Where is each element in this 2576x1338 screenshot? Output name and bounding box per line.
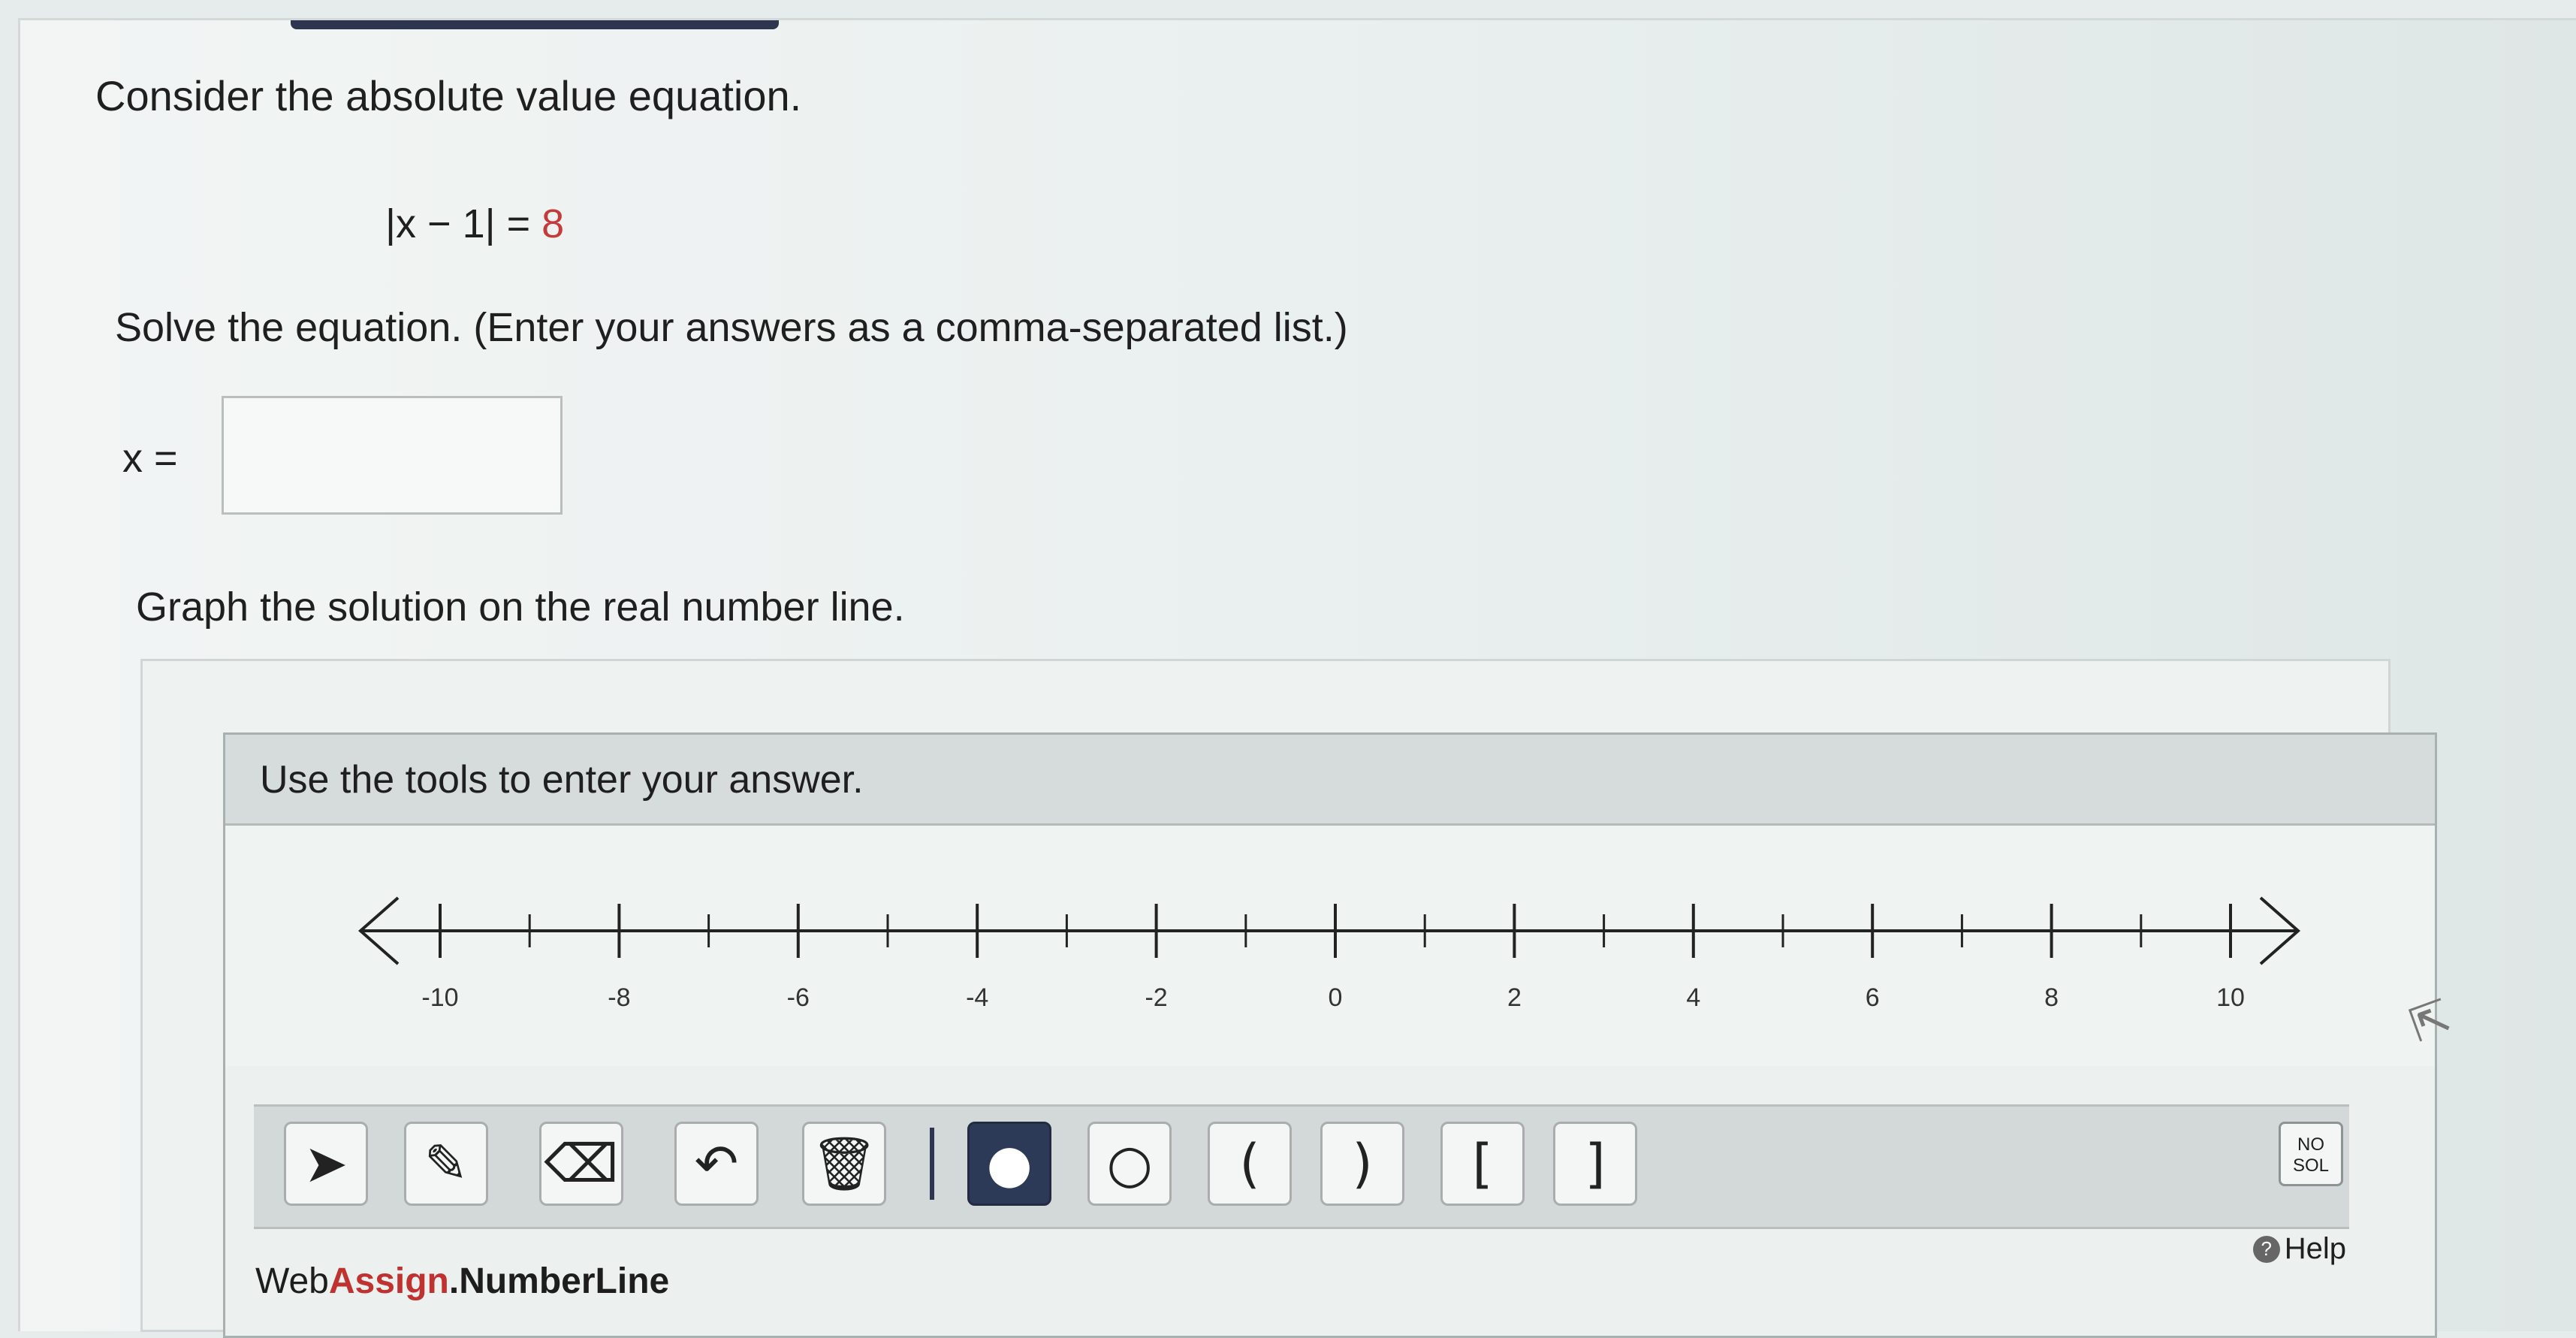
right-paren-icon: )	[1352, 1133, 1373, 1195]
tick-label: -10	[421, 983, 458, 1012]
right-paren-tool[interactable]: )	[1320, 1122, 1404, 1206]
numberline-widget: Use the tools to enter your answer. -10-…	[223, 732, 2437, 1338]
left-bracket-icon: [	[1472, 1133, 1493, 1195]
no-solution-button[interactable]: NO SOL	[2279, 1122, 2343, 1186]
numberline-toolbar: NO SOL ➤ ✎ ⌫ ↶ 🗑 ● ○ () []	[254, 1104, 2349, 1229]
answer-input[interactable]	[222, 396, 563, 515]
left-paren-icon: (	[1239, 1133, 1260, 1195]
tick-label: -4	[966, 983, 988, 1012]
undo-tool[interactable]: ↶	[674, 1122, 759, 1206]
top-bar	[291, 20, 779, 29]
tick-label: -2	[1145, 983, 1167, 1012]
open-point-tool[interactable]: ○	[1087, 1122, 1172, 1206]
open-circle-icon: ○	[1106, 1133, 1153, 1195]
no-solution-label-2: SOL	[2292, 1155, 2330, 1176]
number-line[interactable]: -10 -8 -6 -4 -2 0 2 4 6 8 10	[225, 826, 2430, 1066]
equation: |x − 1| = 8	[385, 201, 564, 247]
undo-icon: ↶	[694, 1133, 739, 1195]
help-link[interactable]: ? Help	[2252, 1232, 2346, 1266]
pointer-icon: ➤	[303, 1133, 348, 1195]
numberline-header: Use the tools to enter your answer.	[225, 735, 2435, 826]
help-label: Help	[2284, 1232, 2346, 1265]
pencil-icon: ✎	[424, 1133, 469, 1195]
tick-label: 8	[2044, 983, 2059, 1012]
numberline-canvas[interactable]: -10 -8 -6 -4 -2 0 2 4 6 8 10	[225, 826, 2435, 1066]
tick-label: 4	[1686, 983, 1700, 1012]
equation-rhs: 8	[541, 201, 565, 246]
closed-point-tool[interactable]: ●	[967, 1122, 1051, 1206]
eraser-tool[interactable]: ⌫	[539, 1122, 623, 1206]
left-paren-tool[interactable]: (	[1208, 1122, 1292, 1206]
tick-label: 10	[2216, 983, 2245, 1012]
trash-tool[interactable]: 🗑	[802, 1122, 886, 1206]
numberline-instruction: Use the tools to enter your answer.	[260, 758, 864, 802]
webassign-brand: WebAssign.NumberLine	[255, 1261, 669, 1302]
pencil-tool[interactable]: ✎	[404, 1122, 488, 1206]
pointer-tool[interactable]: ➤	[284, 1122, 368, 1206]
answer-label: x =	[122, 436, 178, 481]
brand-web: Web	[255, 1261, 329, 1301]
tick-label: 6	[1866, 983, 1880, 1012]
no-solution-label-1: NO	[2297, 1134, 2324, 1155]
tick-label: 0	[1329, 983, 1343, 1012]
tick-label: -8	[608, 983, 630, 1012]
solve-instruction: Solve the equation. (Enter your answers …	[115, 305, 1348, 350]
toolbar-separator	[930, 1128, 934, 1200]
brand-product: .NumberLine	[448, 1261, 670, 1301]
filled-circle-icon: ●	[986, 1133, 1033, 1195]
question-intro: Consider the absolute value equation.	[95, 72, 802, 119]
right-bracket-icon: ]	[1585, 1133, 1606, 1195]
graph-instruction: Graph the solution on the real number li…	[136, 584, 905, 630]
eraser-icon: ⌫	[544, 1133, 619, 1195]
trash-icon: 🗑	[810, 1132, 878, 1195]
help-icon: ?	[2252, 1235, 2280, 1263]
tick-label: -6	[787, 983, 810, 1012]
equation-lhs: |x − 1| =	[385, 201, 542, 246]
question-panel: Consider the absolute value equation. |x…	[18, 18, 2576, 1338]
brand-assign: Assign	[328, 1261, 449, 1301]
right-bracket-tool[interactable]: ]	[1553, 1122, 1637, 1206]
tick-label: 2	[1507, 983, 1522, 1012]
left-bracket-tool[interactable]: [	[1440, 1122, 1525, 1206]
